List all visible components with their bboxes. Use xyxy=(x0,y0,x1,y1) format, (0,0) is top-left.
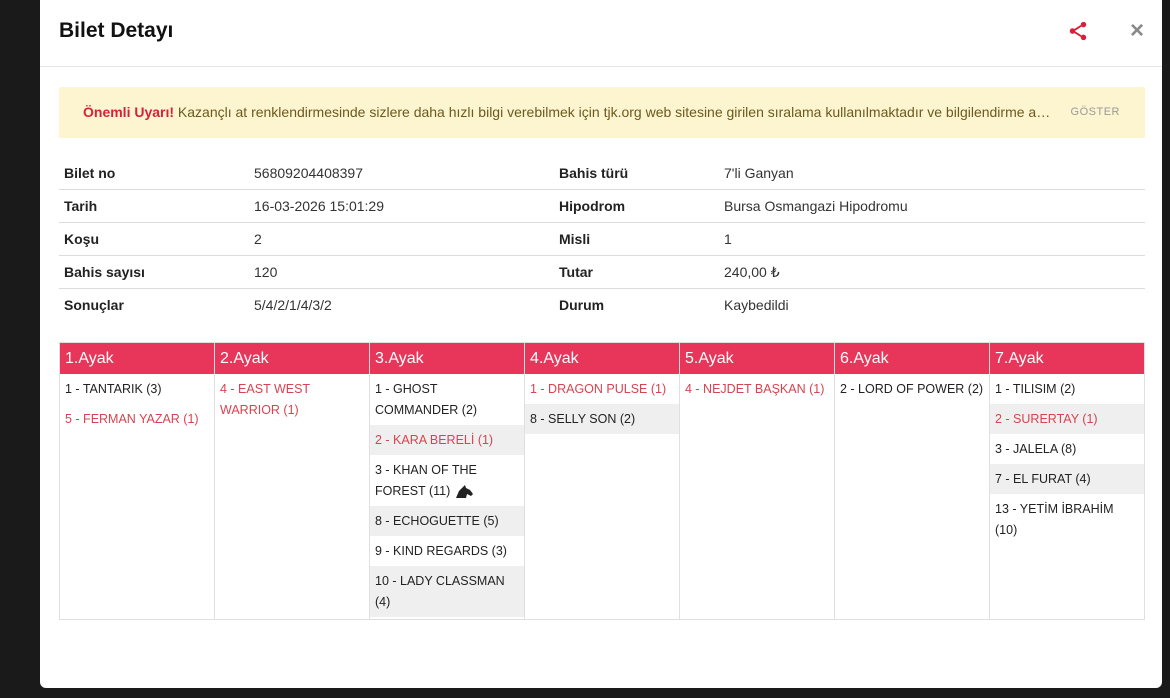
modal-title: Bilet Detayı xyxy=(59,19,174,42)
info-row: Bahis sayısı 120 Tutar 240,00 ₺ xyxy=(59,256,1145,289)
horse-label: 2 - KARA BERELİ (1) xyxy=(375,433,494,447)
label-status: Durum xyxy=(559,297,605,313)
leg-column: 7.Ayak 1 - TILISIM (2) 2 - SURERTAY (1) 3 -… xyxy=(990,343,1144,619)
horse-label: 1 - TANTARIK (3) xyxy=(65,382,162,396)
modal-header: Bilet Detayı × xyxy=(40,0,1162,67)
leg-header: 4.Ayak xyxy=(525,343,679,374)
value-date: 16-03-2026 15:01:29 xyxy=(254,198,384,214)
horse-label: 4 - NEJDET BAŞKAN (1) xyxy=(685,382,825,396)
share-icon[interactable] xyxy=(1067,20,1089,42)
horse-label: 3 - JALELA (8) xyxy=(995,442,1077,456)
horse-label: 2 - SURERTAY (1) xyxy=(995,412,1098,426)
horse-label: 9 - KIND REGARDS (3) xyxy=(375,544,507,558)
leg-header: 1.Ayak xyxy=(60,343,214,374)
info-row: Koşu 2 Misli 1 xyxy=(59,223,1145,256)
label-ticket-no: Bilet no xyxy=(64,165,116,181)
horse-item: 1 - TILISIM (2) xyxy=(990,374,1144,404)
horse-label: 1 - DRAGON PULSE (1) xyxy=(530,382,667,396)
label-bet-type: Bahis türü xyxy=(559,165,629,181)
horse-item: 2 - LORD OF POWER (2) xyxy=(835,374,989,404)
leg-header: 5.Ayak xyxy=(680,343,834,374)
value-hippodrome: Bursa Osmangazi Hipodromu xyxy=(724,198,908,214)
horse-label: 2 - LORD OF POWER (2) xyxy=(840,382,984,396)
horse-item: 8 - SELLY SON (2) xyxy=(525,404,679,434)
warning-banner: Önemli Uyarı! Kazançlı at renklendirmesi… xyxy=(59,87,1145,138)
horse-item: 9 - KIND REGARDS (3) xyxy=(370,536,524,566)
leg-header: 3.Ayak xyxy=(370,343,524,374)
leg-column: 2.Ayak 4 - EAST WEST WARRIOR (1) xyxy=(215,343,370,619)
value-bet-type: 7'li Ganyan xyxy=(724,165,794,181)
horse-item: 1 - DRAGON PULSE (1) xyxy=(525,374,679,404)
leg-column: 1.Ayak 1 - TANTARIK (3) 5 - FERMAN YAZAR (… xyxy=(60,343,215,619)
horse-label: 5 - FERMAN YAZAR (1) xyxy=(65,412,199,426)
warning-body: Kazançlı at renklendirmesinde sizlere da… xyxy=(174,104,1053,120)
horse-label: 4 - EAST WEST WARRIOR (1) xyxy=(220,382,310,417)
show-button[interactable]: GÖSTER xyxy=(1071,106,1120,118)
horse-item: 5 - FERMAN YAZAR (1) xyxy=(60,404,214,434)
horse-label: 1 - TILISIM (2) xyxy=(995,382,1076,396)
value-bet-count: 120 xyxy=(254,264,278,280)
label-hippodrome: Hipodrom xyxy=(559,198,626,214)
label-bet-count: Bahis sayısı xyxy=(64,264,145,280)
leg-header: 2.Ayak xyxy=(215,343,369,374)
label-date: Tarih xyxy=(64,198,98,214)
leg-column: 5.Ayak 4 - NEJDET BAŞKAN (1) xyxy=(680,343,835,619)
horse-label: 10 - LADY CLASSMAN (4) xyxy=(375,574,505,609)
value-amount: 240,00 ₺ xyxy=(724,264,780,280)
horse-item: 4 - EAST WEST WARRIOR (1) xyxy=(215,374,369,425)
horse-item: 8 - ECHOGUETTE (5) xyxy=(370,506,524,536)
horse-label: 7 - EL FURAT (4) xyxy=(995,472,1091,486)
horse-item: 10 - LADY CLASSMAN (4) xyxy=(370,566,524,617)
info-row: Bilet no 56809204408397 Bahis türü 7'li … xyxy=(59,157,1145,190)
horse-label: 1 - GHOST COMMANDER (2) xyxy=(375,382,478,417)
horse-label: 8 - SELLY SON (2) xyxy=(530,412,636,426)
value-ticket-no: 56809204408397 xyxy=(254,165,364,181)
value-race: 2 xyxy=(254,231,262,247)
warning-text: Önemli Uyarı! Kazançlı at renklendirmesi… xyxy=(83,104,1053,120)
legs-grid: 1.Ayak 1 - TANTARIK (3) 5 - FERMAN YAZAR (… xyxy=(59,342,1145,620)
close-icon[interactable]: × xyxy=(1128,18,1146,44)
label-race: Koşu xyxy=(64,231,99,247)
info-row: Sonuçlar 5/4/2/1/4/3/2 Durum Kaybedildi xyxy=(59,289,1145,322)
horse-item: 2 - KARA BERELİ (1) xyxy=(370,425,524,455)
horse-item: 3 - JALELA (8) xyxy=(990,434,1144,464)
leg-column: 3.Ayak 1 - GHOST COMMANDER (2) 2 - KARA BE… xyxy=(370,343,525,619)
horse-item: 1 - GHOST COMMANDER (2) xyxy=(370,374,524,425)
leg-column: 4.Ayak 1 - DRAGON PULSE (1) 8 - SELLY SON … xyxy=(525,343,680,619)
label-results: Sonuçlar xyxy=(64,297,124,313)
value-status: Kaybedildi xyxy=(724,297,789,313)
horse-item: 1 - TANTARIK (3) xyxy=(60,374,214,404)
leg-header: 6.Ayak xyxy=(835,343,989,374)
ticket-detail-modal: Bilet Detayı × Önemli Uyarı! Kazançlı at… xyxy=(40,0,1162,688)
horse-label: 8 - ECHOGUETTE (5) xyxy=(375,514,499,528)
horse-label: 13 - YETİM İBRAHİM (10) xyxy=(995,502,1114,537)
horse-item: 7 - EL FURAT (4) xyxy=(990,464,1144,494)
warning-strong: Önemli Uyarı! xyxy=(83,104,175,120)
horse-item: 3 - KHAN OF THE FOREST (11) xyxy=(370,455,524,506)
ticket-info-table: Bilet no 56809204408397 Bahis türü 7'li … xyxy=(59,157,1145,322)
horse-item: 13 - YETİM İBRAHİM (10) xyxy=(990,494,1144,545)
leg-header: 7.Ayak xyxy=(990,343,1144,374)
info-row: Tarih 16-03-2026 15:01:29 Hipodrom Bursa… xyxy=(59,190,1145,223)
horse-head-icon xyxy=(456,484,474,498)
label-amount: Tutar xyxy=(559,264,593,280)
horse-item: 2 - SURERTAY (1) xyxy=(990,404,1144,434)
label-multiplier: Misli xyxy=(559,231,591,247)
value-results: 5/4/2/1/4/3/2 xyxy=(254,297,332,313)
value-multiplier: 1 xyxy=(724,231,732,247)
horse-item: 4 - NEJDET BAŞKAN (1) xyxy=(680,374,834,404)
leg-column: 6.Ayak 2 - LORD OF POWER (2) xyxy=(835,343,990,619)
